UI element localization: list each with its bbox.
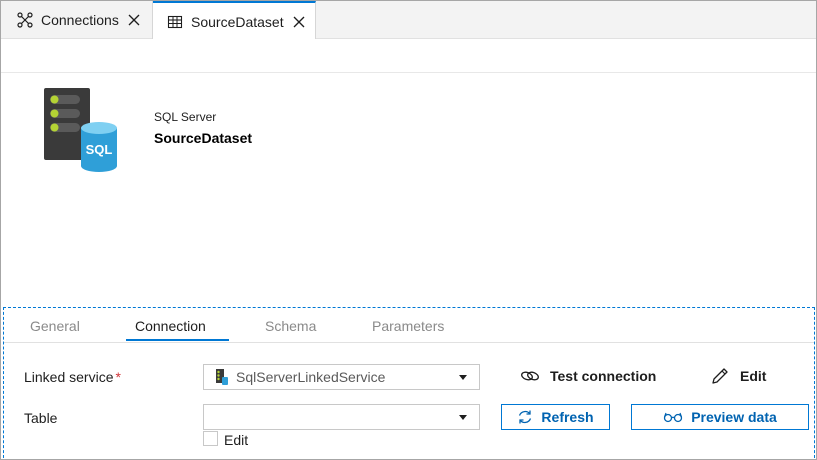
table-label: Table: [24, 410, 58, 426]
dataset-type: SQL Server: [154, 110, 217, 124]
refresh-button[interactable]: Refresh: [501, 404, 610, 430]
tab-label: Connections: [41, 12, 119, 28]
dataset-name: SourceDataset: [154, 130, 253, 146]
link-icon: [521, 371, 539, 381]
refresh-icon: [519, 410, 532, 424]
tab-schema[interactable]: Schema: [265, 318, 316, 334]
tab-parameters[interactable]: Parameters: [372, 318, 444, 334]
sql-server-database-icon: SQL: [44, 88, 120, 172]
linked-service-value: SqlServerLinkedService: [236, 369, 386, 385]
edit-table-checkbox[interactable]: [203, 431, 218, 446]
edit-label: Edit: [740, 368, 767, 384]
svg-text:SQL: SQL: [86, 142, 113, 157]
connections-icon: [17, 12, 33, 28]
test-connection-button[interactable]: Test connection: [520, 368, 656, 384]
edit-table-checkbox-label: Edit: [224, 432, 249, 448]
table-icon: [167, 14, 183, 30]
tab-connection[interactable]: Connection: [135, 318, 206, 334]
preview-data-label: Preview data: [691, 409, 777, 425]
tab-source-dataset[interactable]: SourceDataset: [153, 1, 316, 40]
chevron-down-icon: [459, 415, 467, 420]
linked-service-label: Linked service *: [24, 369, 121, 385]
test-connection-label: Test connection: [550, 368, 657, 384]
active-tab-indicator: [126, 339, 229, 341]
toolbar: [1, 39, 816, 73]
linked-service-select[interactable]: SqlServerLinkedService: [203, 364, 480, 390]
table-select[interactable]: [203, 404, 480, 430]
glasses-icon: [664, 412, 683, 423]
edit-linked-service-button[interactable]: Edit: [710, 367, 766, 385]
tab-connections[interactable]: Connections: [1, 1, 153, 39]
chevron-down-icon: [459, 375, 467, 380]
linked-service-icon: [216, 369, 228, 385]
tab-label: SourceDataset: [191, 13, 284, 30]
preview-data-button[interactable]: Preview data: [631, 404, 809, 430]
close-icon[interactable]: [292, 15, 306, 29]
required-mark: *: [115, 369, 121, 385]
tab-general[interactable]: General: [30, 318, 80, 334]
properties-tabs: General Connection Schema Parameters: [4, 308, 814, 343]
linked-service-label-text: Linked service: [24, 369, 114, 385]
refresh-label: Refresh: [541, 409, 594, 425]
tab-bar: Connections SourceDataset: [1, 1, 816, 40]
close-icon[interactable]: [127, 13, 141, 27]
pencil-icon: [712, 368, 728, 384]
